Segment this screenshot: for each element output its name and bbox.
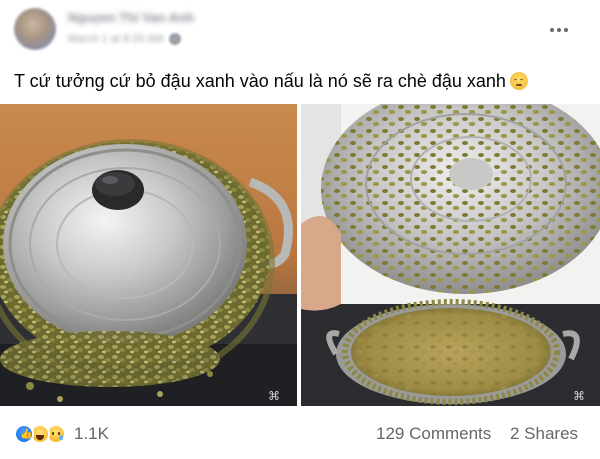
svg-text:⌘: ⌘: [573, 389, 585, 403]
caption-text: T cứ tưởng cứ bỏ đậu xanh vào nấu là nó …: [14, 71, 506, 91]
author-avatar[interactable]: [14, 8, 56, 50]
post-photo-left[interactable]: ⌘: [0, 104, 297, 406]
lid-lifted-image: ⌘: [301, 104, 600, 406]
pot-with-lid-image: ⌘: [0, 104, 297, 406]
post-header: Nguyen Thi Van Anh March 1 at 8:20 AM: [0, 0, 600, 60]
svg-text:⌘: ⌘: [268, 389, 280, 403]
reaction-count: 1.1K: [74, 424, 109, 443]
more-options-icon: [550, 28, 568, 32]
post-timestamp[interactable]: March 1 at 8:20 AM: [68, 33, 163, 45]
comments-link[interactable]: 129 Comments: [376, 424, 491, 444]
pensive-face-emoji: [509, 72, 528, 90]
reactions-summary[interactable]: 👍 1.1K: [14, 422, 109, 446]
post-footer: 👍 1.1K 129 Comments 2 Shares: [0, 414, 600, 454]
post-photo-right[interactable]: ⌘: [301, 104, 600, 406]
author-name[interactable]: Nguyen Thi Van Anh: [68, 10, 238, 24]
more-options-button[interactable]: [544, 18, 574, 42]
like-reaction-icon: 👍: [14, 424, 34, 444]
globe-icon: [169, 33, 182, 45]
post-caption: T cứ tưởng cứ bỏ đậu xanh vào nấu là nó …: [14, 70, 586, 92]
shares-link[interactable]: 2 Shares: [510, 424, 578, 444]
post-meta: March 1 at 8:20 AM: [68, 32, 182, 46]
